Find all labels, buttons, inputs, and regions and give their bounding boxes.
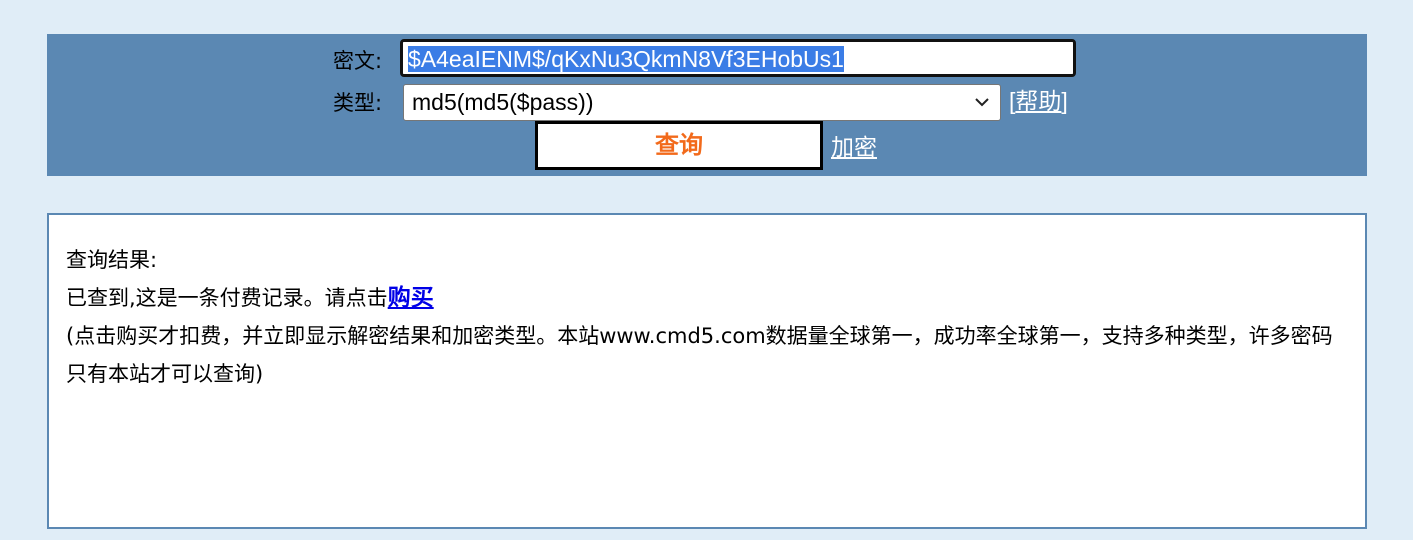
- type-select[interactable]: md5(md5($pass)): [403, 84, 1001, 121]
- type-label: 类型:: [333, 91, 383, 115]
- result-message: 已查到,这是一条付费记录。请点击购买: [66, 285, 434, 311]
- result-description: (点击购买才扣费，并立即显示解密结果和加密类型。本站www.cmd5.com数据…: [66, 324, 1333, 386]
- buy-link[interactable]: 购买: [388, 285, 434, 311]
- cipher-label: 密文:: [333, 49, 383, 73]
- help-link[interactable]: [帮助]: [1009, 87, 1068, 115]
- chevron-down-icon: [975, 98, 989, 107]
- result-title: 查询结果:: [66, 248, 158, 272]
- result-panel: 查询结果: 已查到,这是一条付费记录。请点击购买 (点击购买才扣费，并立即显示解…: [47, 213, 1367, 529]
- type-select-value: md5(md5($pass)): [412, 89, 594, 115]
- encrypt-link[interactable]: 加密: [831, 134, 877, 162]
- cipher-input[interactable]: $A4eaIENM$/qKxNu3QkmN8Vf3EHobUs1: [400, 39, 1076, 77]
- cipher-input-value: $A4eaIENM$/qKxNu3QkmN8Vf3EHobUs1: [408, 46, 844, 72]
- query-button[interactable]: 查询: [535, 121, 823, 170]
